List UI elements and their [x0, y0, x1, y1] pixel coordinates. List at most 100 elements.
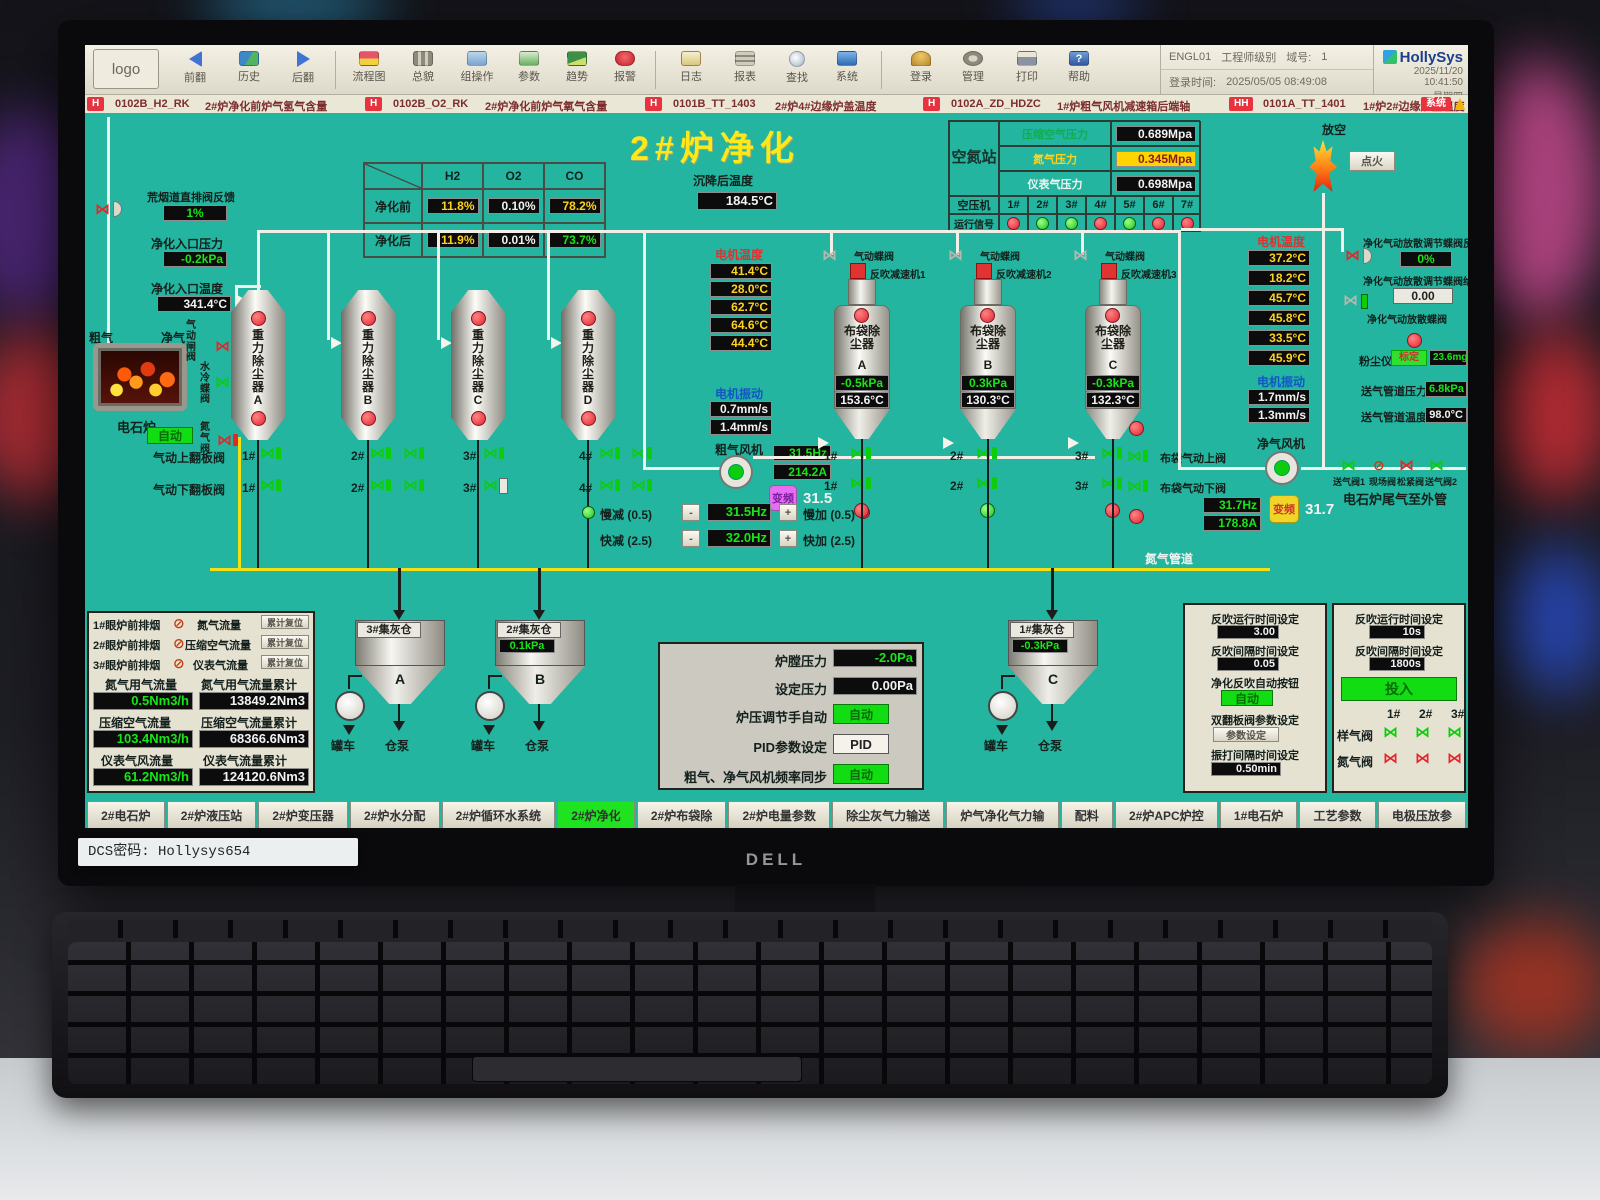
alarm-desc[interactable]: 2#炉净化前炉气氢气含量 — [205, 98, 327, 114]
clean-gas-fan[interactable] — [1265, 451, 1299, 485]
print-button[interactable]: 打印 — [1001, 51, 1053, 84]
lower-flap-valve-2b[interactable] — [403, 478, 424, 493]
upper-flap-valve-3[interactable] — [483, 446, 504, 461]
tab-2-bag-filter[interactable]: 2#炉布袋除 — [637, 801, 727, 828]
setpoint-press[interactable]: 0.00Pa — [833, 677, 917, 695]
lower-flap-valve-1[interactable] — [260, 478, 281, 493]
bb1-shake-value[interactable]: 0.50min — [1211, 762, 1281, 776]
stack-vent-valve[interactable] — [95, 201, 110, 219]
tab-gas-purification-conveying[interactable]: 炉气净化气力输 — [946, 801, 1058, 828]
tension-valve[interactable] — [1399, 458, 1414, 473]
ignite-button[interactable]: 点火 — [1349, 151, 1395, 171]
tab-ash-conveying[interactable]: 除尘灰气力输送 — [832, 801, 944, 828]
tab-2-hydraulic-station[interactable]: 2#炉液压站 — [167, 801, 257, 828]
bb1-interval-value[interactable]: 0.05 — [1217, 657, 1279, 671]
slow-inc-button[interactable]: + — [779, 504, 797, 521]
alarm-desc[interactable]: 2#炉4#边缘炉盖温度 — [775, 98, 876, 114]
tab-1-carbide-furnace[interactable]: 1#电石炉 — [1220, 801, 1298, 828]
alarm-level-badge[interactable]: HH — [1229, 97, 1253, 111]
alarm-level-badge[interactable]: H — [923, 97, 940, 111]
slow-dec-button[interactable]: - — [682, 504, 700, 521]
alarm-desc[interactable]: 1#炉粗气风机减速箱后端轴 — [1057, 98, 1190, 114]
bag-outlet-upper-valve[interactable] — [1127, 449, 1148, 464]
system-button[interactable]: 系统 — [821, 51, 873, 84]
reset-total-button[interactable]: 累计复位 — [261, 615, 309, 629]
vent-reg-valve[interactable] — [1345, 248, 1360, 263]
upper-flap-valve-4b[interactable] — [631, 446, 652, 461]
tab-2-carbide-furnace[interactable]: 2#电石炉 — [87, 801, 165, 828]
hopper-B-rotary-feeder[interactable] — [475, 691, 505, 721]
nitrogen-valve[interactable] — [217, 433, 238, 448]
help-button[interactable]: ?帮助 — [1053, 51, 1105, 84]
lower-flap-valve-4a[interactable] — [599, 478, 620, 493]
field-valve[interactable] — [1373, 457, 1385, 474]
back-button[interactable]: 前翻 — [169, 51, 221, 85]
n2-valve-2[interactable] — [1415, 751, 1430, 766]
sample-valve-1[interactable] — [1383, 725, 1398, 740]
supply-valve-2[interactable] — [1429, 458, 1444, 473]
history-button[interactable]: 历史 — [223, 51, 275, 84]
alarm-tag[interactable]: 0102B_O2_RK — [393, 98, 468, 110]
lower-flap-valve-4b[interactable] — [631, 478, 652, 493]
flowchart-button[interactable]: 流程图 — [343, 51, 395, 84]
group-op-button[interactable]: 组操作 — [451, 51, 503, 84]
fast-setpoint[interactable]: 32.0Hz — [707, 529, 771, 547]
tab-2-circulating-water[interactable]: 2#炉循环水系统 — [442, 801, 556, 828]
alarm-button[interactable]: 报警 — [599, 51, 651, 84]
dust-calibrate-button[interactable]: 标定 — [1391, 350, 1427, 366]
alarm-level-badge[interactable]: H — [87, 97, 104, 111]
alarm-tag[interactable]: 0101A_TT_1401 — [1263, 98, 1346, 110]
clean-fan-vfd-button[interactable]: 变频 — [1269, 495, 1299, 523]
hopper-C-rotary-feeder[interactable] — [988, 691, 1018, 721]
alarm-tag[interactable]: 0102A_ZD_HDZC — [951, 98, 1041, 110]
params-button[interactable]: 参数 — [503, 51, 555, 84]
bb2-interval-value[interactable]: 1800s — [1369, 657, 1425, 671]
alarm-tag[interactable]: 0101B_TT_1403 — [673, 98, 756, 110]
pid-set-button[interactable]: PID — [833, 734, 889, 754]
report-button[interactable]: 报表 — [719, 51, 771, 84]
tab-electrode-params[interactable]: 电极压放参 — [1378, 801, 1466, 828]
bb1-run-value[interactable]: 3.00 — [1217, 625, 1279, 639]
trend-button[interactable]: 趋势 — [551, 51, 603, 84]
alarm-desc[interactable]: 2#炉净化前炉气氧气含量 — [485, 98, 607, 114]
alarm-level-badge[interactable]: H — [645, 97, 662, 111]
log-button[interactable]: 日志 — [665, 51, 717, 84]
tab-batching[interactable]: 配料 — [1061, 801, 1113, 828]
tab-2-transformer[interactable]: 2#炉变压器 — [258, 801, 348, 828]
search-button[interactable]: 查找 — [771, 51, 823, 85]
upper-flap-valve-2a[interactable] — [370, 446, 391, 461]
bag-A-butterfly-valve[interactable] — [822, 248, 837, 263]
bb2-run-value[interactable]: 10s — [1369, 625, 1425, 639]
lower-flap-valve-3[interactable] — [483, 478, 498, 493]
overview-button[interactable]: 总貌 — [397, 51, 449, 84]
reset-total-button[interactable]: 累计复位 — [261, 655, 309, 669]
fan-sync-button[interactable]: 自动 — [833, 764, 889, 784]
upper-flap-valve-1[interactable] — [260, 446, 281, 461]
bb1-auto-button[interactable]: 自动 — [1221, 690, 1273, 706]
tab-2-power-params[interactable]: 2#炉电量参数 — [728, 801, 830, 828]
reset-total-button[interactable]: 累计复位 — [261, 635, 309, 649]
n2-valve-1[interactable] — [1383, 751, 1398, 766]
bb1-param-button[interactable]: 参数设定 — [1213, 727, 1279, 742]
sample-valve-2[interactable] — [1415, 725, 1430, 740]
alarm-level-badge[interactable]: H — [365, 97, 382, 111]
n2-valve-3[interactable] — [1447, 751, 1462, 766]
tab-2-apc[interactable]: 2#炉APC炉控 — [1115, 801, 1218, 828]
forward-button[interactable]: 后翻 — [277, 51, 329, 85]
vent-reg-sp[interactable]: 0.00 — [1393, 288, 1453, 304]
fast-inc-button[interactable]: + — [779, 530, 797, 547]
manage-button[interactable]: 管理 — [947, 51, 999, 84]
fast-dec-button[interactable]: - — [682, 530, 700, 547]
login-button[interactable]: 登录 — [895, 51, 947, 84]
bag-outlet-lower-valve[interactable] — [1127, 479, 1148, 494]
bag-B-butterfly-valve[interactable] — [948, 248, 963, 263]
hopper-A-rotary-feeder[interactable] — [335, 691, 365, 721]
upper-flap-valve-2b[interactable] — [403, 446, 424, 461]
press-auto-button[interactable]: 自动 — [833, 704, 889, 724]
system-alarm-badge[interactable]: 系统 — [1421, 97, 1451, 111]
slow-setpoint[interactable]: 31.5Hz — [707, 503, 771, 521]
alarm-tag[interactable]: 0102B_H2_RK — [115, 98, 190, 110]
tab-2-water-distribution[interactable]: 2#炉水分配 — [350, 801, 440, 828]
supply-valve-1[interactable] — [1341, 458, 1356, 473]
lower-flap-valve-2a[interactable] — [370, 478, 391, 493]
